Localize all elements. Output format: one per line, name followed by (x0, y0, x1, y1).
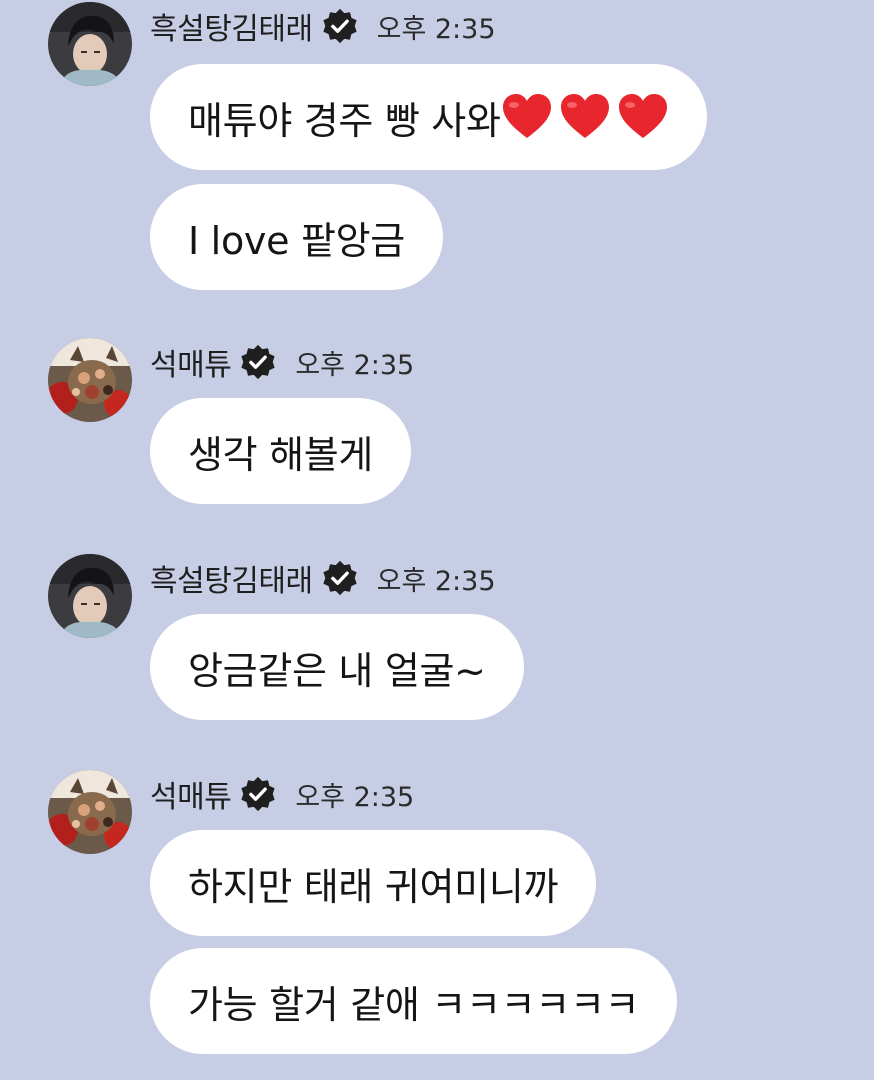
message-bubble[interactable]: 매튜야 경주 빵 사와 (150, 64, 707, 170)
chat-thread: 흑설탕김태래 오후 2:35 매튜야 경주 빵 사와 I love 팥앙금 석매… (0, 0, 874, 1080)
profile-photo-flowers-icon (48, 338, 132, 422)
sender-name[interactable]: 석매튜 (150, 340, 232, 384)
heart-emoji-icon (560, 94, 609, 138)
profile-photo-person-icon (48, 2, 132, 86)
message-bubble[interactable]: 앙금같은 내 얼굴~ (150, 614, 524, 720)
message-header: 흑설탕김태래 오후 2:35 (150, 556, 496, 600)
verified-badge-icon (322, 560, 357, 596)
message-text: I love 팥앙금 (188, 218, 405, 263)
message-text: 가능 할거 같애 ㅋㅋㅋㅋㅋㅋ (188, 982, 640, 1027)
message-text: 매튜야 경주 빵 사와 (188, 98, 501, 143)
message-header: 석매튜 오후 2:35 (150, 340, 415, 384)
message-bubble[interactable]: I love 팥앙금 (150, 184, 443, 290)
message-bubble[interactable]: 생각 해볼게 (150, 398, 412, 504)
verified-badge-icon (322, 8, 357, 44)
sender-name[interactable]: 흑설탕김태래 (150, 4, 313, 48)
message-text: 하지만 태래 귀여미니까 (188, 864, 559, 909)
heart-emoji-icon (502, 94, 551, 138)
sender-name[interactable]: 석매튜 (150, 772, 232, 816)
avatar[interactable] (48, 338, 132, 422)
timestamp: 오후 2:35 (376, 13, 496, 45)
verified-badge-icon (241, 344, 275, 380)
timestamp: 오후 2:35 (376, 565, 496, 597)
avatar[interactable] (48, 2, 132, 86)
timestamp: 오후 2:35 (295, 349, 415, 381)
message-text: 생각 해볼게 (188, 432, 374, 477)
avatar[interactable] (48, 770, 132, 854)
message-header: 흑설탕김태래 오후 2:35 (150, 4, 496, 48)
sender-name[interactable]: 흑설탕김태래 (150, 556, 313, 600)
heart-emoji-icon (618, 94, 667, 138)
timestamp: 오후 2:35 (295, 781, 415, 813)
message-bubble[interactable]: 하지만 태래 귀여미니까 (150, 830, 597, 936)
profile-photo-person-icon (48, 554, 132, 638)
profile-photo-flowers-icon (48, 770, 132, 854)
message-text: 앙금같은 내 얼굴~ (188, 648, 486, 693)
avatar[interactable] (48, 554, 132, 638)
message-header: 석매튜 오후 2:35 (150, 772, 415, 816)
message-bubble[interactable]: 가능 할거 같애 ㅋㅋㅋㅋㅋㅋ (150, 948, 678, 1054)
verified-badge-icon (241, 776, 275, 812)
